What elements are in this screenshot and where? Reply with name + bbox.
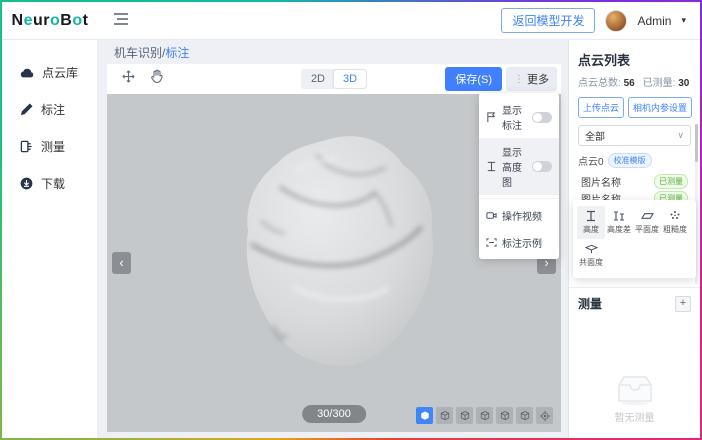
hand-tool-icon[interactable] xyxy=(150,69,164,89)
save-button[interactable]: 保存(S) xyxy=(445,67,502,91)
reset-view-target-button[interactable] xyxy=(536,407,553,424)
measure-section-header: 测量 + xyxy=(578,288,691,318)
sidebar-item-measure[interactable]: 测量 xyxy=(2,128,97,165)
tool-flatness[interactable]: 平面度 xyxy=(633,206,661,239)
height-icon xyxy=(585,210,597,222)
ruler-icon xyxy=(20,140,33,153)
cloud-icon xyxy=(20,67,34,79)
header-right: 返回模型开发 Admin ▾ xyxy=(501,8,700,33)
tool-height[interactable]: 高度 xyxy=(577,206,605,239)
empty-state: 暂无测量 xyxy=(578,318,691,438)
calibration-template-tag: 校准模版 xyxy=(608,153,652,168)
text-height-icon xyxy=(486,161,497,172)
tool-coplanarity[interactable]: 共面度 xyxy=(577,239,605,272)
view-mode-toggle: 2D 3D xyxy=(301,69,367,89)
move-tool-icon[interactable] xyxy=(121,69,136,89)
mode-2d-button[interactable]: 2D xyxy=(302,70,334,88)
tool-height-diff[interactable]: 高度差 xyxy=(605,206,633,239)
logo-zone: NeuroBot xyxy=(2,12,98,30)
total-count: 56 xyxy=(624,78,635,89)
roughness-icon xyxy=(669,210,681,222)
canvas-card: 2D 3D 保存(S) ⋮更多 显示标注 xyxy=(107,64,561,432)
view-cube-left-button[interactable] xyxy=(456,407,473,424)
panel-stats: 点云总数: 56 已测量: 30 xyxy=(578,74,691,89)
download-icon xyxy=(20,177,33,190)
canvas-toolbar: 2D 3D 保存(S) ⋮更多 显示标注 xyxy=(107,64,561,94)
top-header: NeuroBot 返回模型开发 Admin ▾ xyxy=(2,2,700,40)
menu-item-show-annotations[interactable]: 显示标注 xyxy=(479,96,559,138)
menu-divider xyxy=(479,198,559,199)
view-cube-top-button[interactable] xyxy=(496,407,513,424)
add-measurement-button[interactable]: + xyxy=(675,296,691,312)
sidebar-item-annotate[interactable]: 标注 xyxy=(2,91,97,128)
more-dropdown-menu: 显示标注 显示高度图 操作视频 xyxy=(479,93,559,259)
cloud-group-row[interactable]: 点云0 校准模版 xyxy=(578,153,691,168)
view-cube-front-button[interactable] xyxy=(416,407,433,424)
collapse-menu-icon[interactable] xyxy=(114,12,128,30)
measured-badge: 已测量 xyxy=(654,174,688,189)
user-name[interactable]: Admin xyxy=(637,14,671,28)
breadcrumb-current: 标注 xyxy=(165,46,189,60)
menu-item-show-heightmap[interactable]: 显示高度图 xyxy=(479,138,559,195)
video-icon xyxy=(486,210,497,221)
app-logo: NeuroBot xyxy=(12,12,89,29)
tool-roughness[interactable]: 粗糙度 xyxy=(661,206,689,239)
image-pager: 30/300 xyxy=(302,405,366,423)
pointcloud-panel: 点云列表 点云总数: 56 已测量: 30 上传点云 相机内参设置 全部 ∨ 点… xyxy=(568,40,700,438)
flag-icon xyxy=(486,112,497,123)
upload-pointcloud-button[interactable]: 上传点云 xyxy=(578,97,624,118)
measure-tools-card: 高度 高度差 平面度 粗糙度 共面度 xyxy=(573,200,696,278)
mode-3d-button[interactable]: 3D xyxy=(334,70,366,88)
cloud-name: 点云0 xyxy=(578,153,604,168)
height-diff-icon xyxy=(613,210,625,222)
user-menu-caret-icon[interactable]: ▾ xyxy=(681,15,686,26)
view-cube-right-button[interactable] xyxy=(476,407,493,424)
coplanarity-icon xyxy=(585,243,598,255)
prev-image-button[interactable]: ‹ xyxy=(112,252,131,274)
filter-select[interactable]: 全部 ∨ xyxy=(578,125,691,146)
panel-scrollbar-thumb[interactable] xyxy=(695,124,698,162)
breadcrumb: 机车识别/标注 xyxy=(98,40,568,64)
image-list-item[interactable]: 图片名称 已测量 xyxy=(578,173,691,190)
measured-count: 30 xyxy=(678,78,689,89)
show-annotations-toggle[interactable] xyxy=(532,112,552,123)
breadcrumb-parent[interactable]: 机车识别 xyxy=(114,46,162,60)
sidebar-item-download[interactable]: 下载 xyxy=(2,165,97,202)
back-to-model-dev-button[interactable]: 返回模型开发 xyxy=(501,8,595,33)
empty-box-icon xyxy=(613,373,657,405)
more-dots-icon: ⋮ xyxy=(514,74,524,85)
show-heightmap-toggle[interactable] xyxy=(532,161,552,172)
example-frame-icon xyxy=(486,237,497,248)
measured-label: 已测量: xyxy=(643,78,676,89)
chevron-down-icon: ∨ xyxy=(677,130,684,141)
tooth-3d-model[interactable] xyxy=(225,129,443,376)
view-cube-bottom-button[interactable] xyxy=(516,407,533,424)
menu-item-tutorial-video[interactable]: 操作视频 xyxy=(479,202,559,229)
app-window: NeuroBot 返回模型开发 Admin ▾ 点云库 标注 测量 xyxy=(2,2,700,438)
panel-title: 点云列表 xyxy=(578,50,691,69)
menu-item-annotation-example[interactable]: 标注示例 xyxy=(479,229,559,256)
user-avatar[interactable] xyxy=(605,10,627,32)
flatness-icon xyxy=(641,210,654,222)
view-cube-back-button[interactable] xyxy=(436,407,453,424)
total-label: 点云总数: xyxy=(578,78,621,89)
sidebar-item-pointcloud-lib[interactable]: 点云库 xyxy=(2,54,97,91)
main-area: 机车识别/标注 2D 3D xyxy=(98,40,568,438)
view-orientation-buttons xyxy=(416,407,553,424)
more-button[interactable]: ⋮更多 xyxy=(506,67,557,91)
empty-text: 暂无测量 xyxy=(615,409,655,424)
left-sidebar: 点云库 标注 测量 下载 xyxy=(2,40,98,438)
measure-title: 测量 xyxy=(578,295,602,312)
camera-intrinsics-button[interactable]: 相机内参设置 xyxy=(628,97,692,118)
screenshot-frame: NeuroBot 返回模型开发 Admin ▾ 点云库 标注 测量 xyxy=(0,0,702,440)
pen-icon xyxy=(20,103,33,116)
